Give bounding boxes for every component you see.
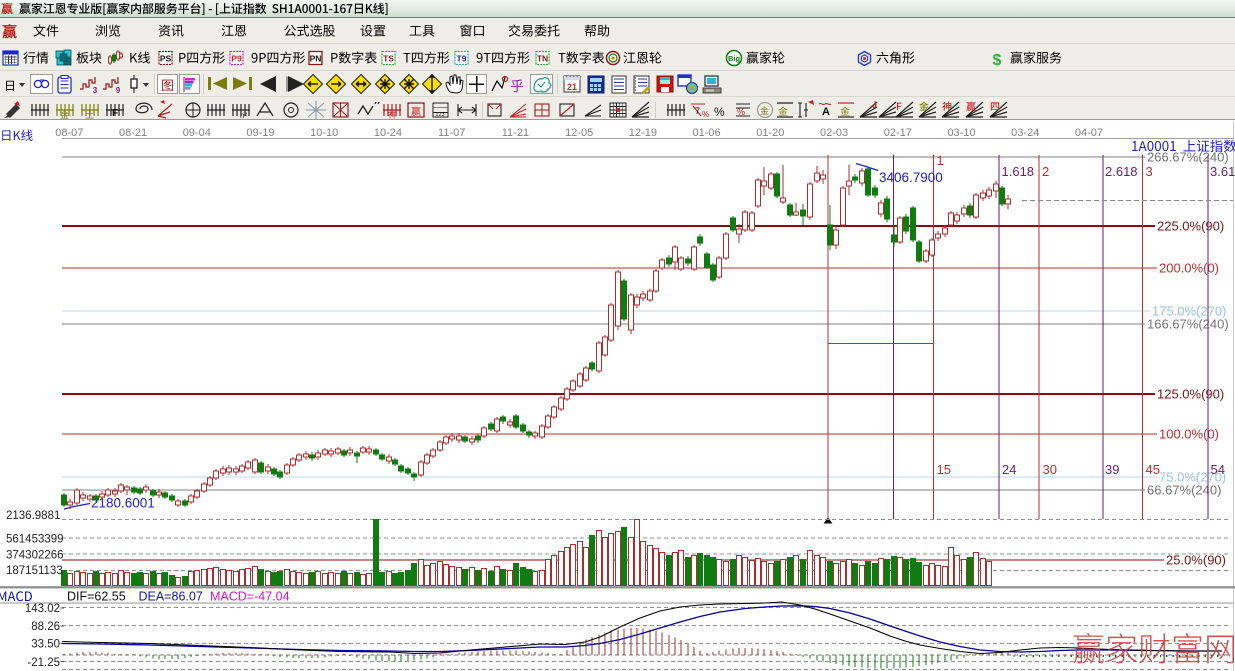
- svg-text:30: 30: [1043, 462, 1057, 477]
- svg-text:100.0%(0): 100.0%(0): [1159, 427, 1219, 442]
- svg-text:3: 3: [93, 86, 98, 95]
- svg-text:1.618: 1.618: [1002, 164, 1035, 179]
- svg-text:2180.6001: 2180.6001: [91, 496, 155, 511]
- svg-text:1: 1: [937, 153, 944, 168]
- svg-text:A: A: [822, 106, 830, 118]
- svg-text:2: 2: [1042, 164, 1049, 179]
- svg-text:3406.7900: 3406.7900: [879, 170, 943, 185]
- svg-text:54: 54: [1211, 462, 1225, 477]
- svg-text:123: 123: [435, 112, 444, 118]
- svg-text:24: 24: [1002, 462, 1016, 477]
- svg-text:TN: TN: [537, 54, 548, 64]
- svg-text:12-19: 12-19: [629, 127, 657, 139]
- svg-text:10-24: 10-24: [374, 127, 402, 139]
- svg-text:200.0%(0): 200.0%(0): [1159, 261, 1219, 276]
- svg-text:11-21: 11-21: [502, 127, 529, 139]
- svg-text:09-19: 09-19: [246, 127, 274, 139]
- svg-text:02-03: 02-03: [820, 127, 848, 139]
- svg-text:33.50: 33.50: [31, 639, 60, 651]
- svg-text:08-21: 08-21: [119, 127, 147, 139]
- svg-text:04-07: 04-07: [1075, 127, 1103, 139]
- svg-text:374302266: 374302266: [6, 550, 64, 562]
- svg-text:10-10: 10-10: [310, 127, 338, 139]
- svg-text:166.67%(240): 166.67%(240): [1147, 317, 1229, 332]
- svg-text:%: %: [702, 110, 709, 119]
- svg-text:MACD=-47.04: MACD=-47.04: [210, 590, 290, 604]
- svg-text:2136.9881: 2136.9881: [6, 510, 60, 522]
- svg-text:T9: T9: [457, 54, 467, 64]
- svg-text:88.26: 88.26: [31, 621, 60, 633]
- svg-text:n²: n²: [240, 111, 247, 120]
- svg-text:F: F: [112, 108, 118, 119]
- svg-text:2.618: 2.618: [1105, 164, 1138, 179]
- svg-text:39: 39: [1105, 462, 1119, 477]
- svg-text:25.0%(90): 25.0%(90): [1166, 553, 1226, 568]
- svg-text:9: 9: [116, 86, 121, 95]
- svg-text:15: 15: [937, 462, 951, 477]
- svg-text:11-07: 11-07: [438, 127, 465, 139]
- svg-text:01-20: 01-20: [756, 127, 784, 139]
- svg-text:561453399: 561453399: [6, 534, 64, 546]
- svg-text:DIF=62.55: DIF=62.55: [67, 590, 126, 604]
- svg-text:P9: P9: [231, 54, 242, 64]
- svg-text:66.67%(240): 66.67%(240): [1147, 483, 1221, 498]
- svg-text:08-07: 08-07: [55, 127, 83, 139]
- svg-text:3.61: 3.61: [1210, 164, 1235, 179]
- svg-text:03-24: 03-24: [1011, 127, 1039, 139]
- svg-text:J: J: [872, 100, 877, 110]
- svg-text:187151133: 187151133: [6, 565, 63, 577]
- svg-text:01-06: 01-06: [693, 127, 721, 139]
- svg-text:PS: PS: [160, 54, 172, 64]
- svg-text:12-05: 12-05: [565, 127, 593, 139]
- svg-text:3: 3: [1146, 164, 1153, 179]
- svg-text:%: %: [714, 105, 725, 119]
- svg-text:03-10: 03-10: [947, 127, 975, 139]
- svg-text:225.0%(90): 225.0%(90): [1157, 219, 1224, 234]
- svg-text:125.0%(90): 125.0%(90): [1157, 387, 1224, 402]
- svg-text:PN: PN: [310, 54, 322, 64]
- svg-text:TS: TS: [383, 54, 394, 64]
- svg-text:02-17: 02-17: [884, 127, 912, 139]
- svg-text:45: 45: [1146, 462, 1160, 477]
- svg-text:7: 7: [695, 106, 700, 116]
- svg-text:09-04: 09-04: [183, 127, 211, 139]
- svg-text:143.02: 143.02: [25, 603, 60, 615]
- svg-text:-21.25: -21.25: [27, 657, 60, 669]
- svg-text:21: 21: [567, 82, 577, 92]
- svg-text:$: $: [993, 52, 1002, 69]
- svg-text:Big: Big: [728, 54, 741, 63]
- svg-text:DEA=86.07: DEA=86.07: [139, 590, 203, 604]
